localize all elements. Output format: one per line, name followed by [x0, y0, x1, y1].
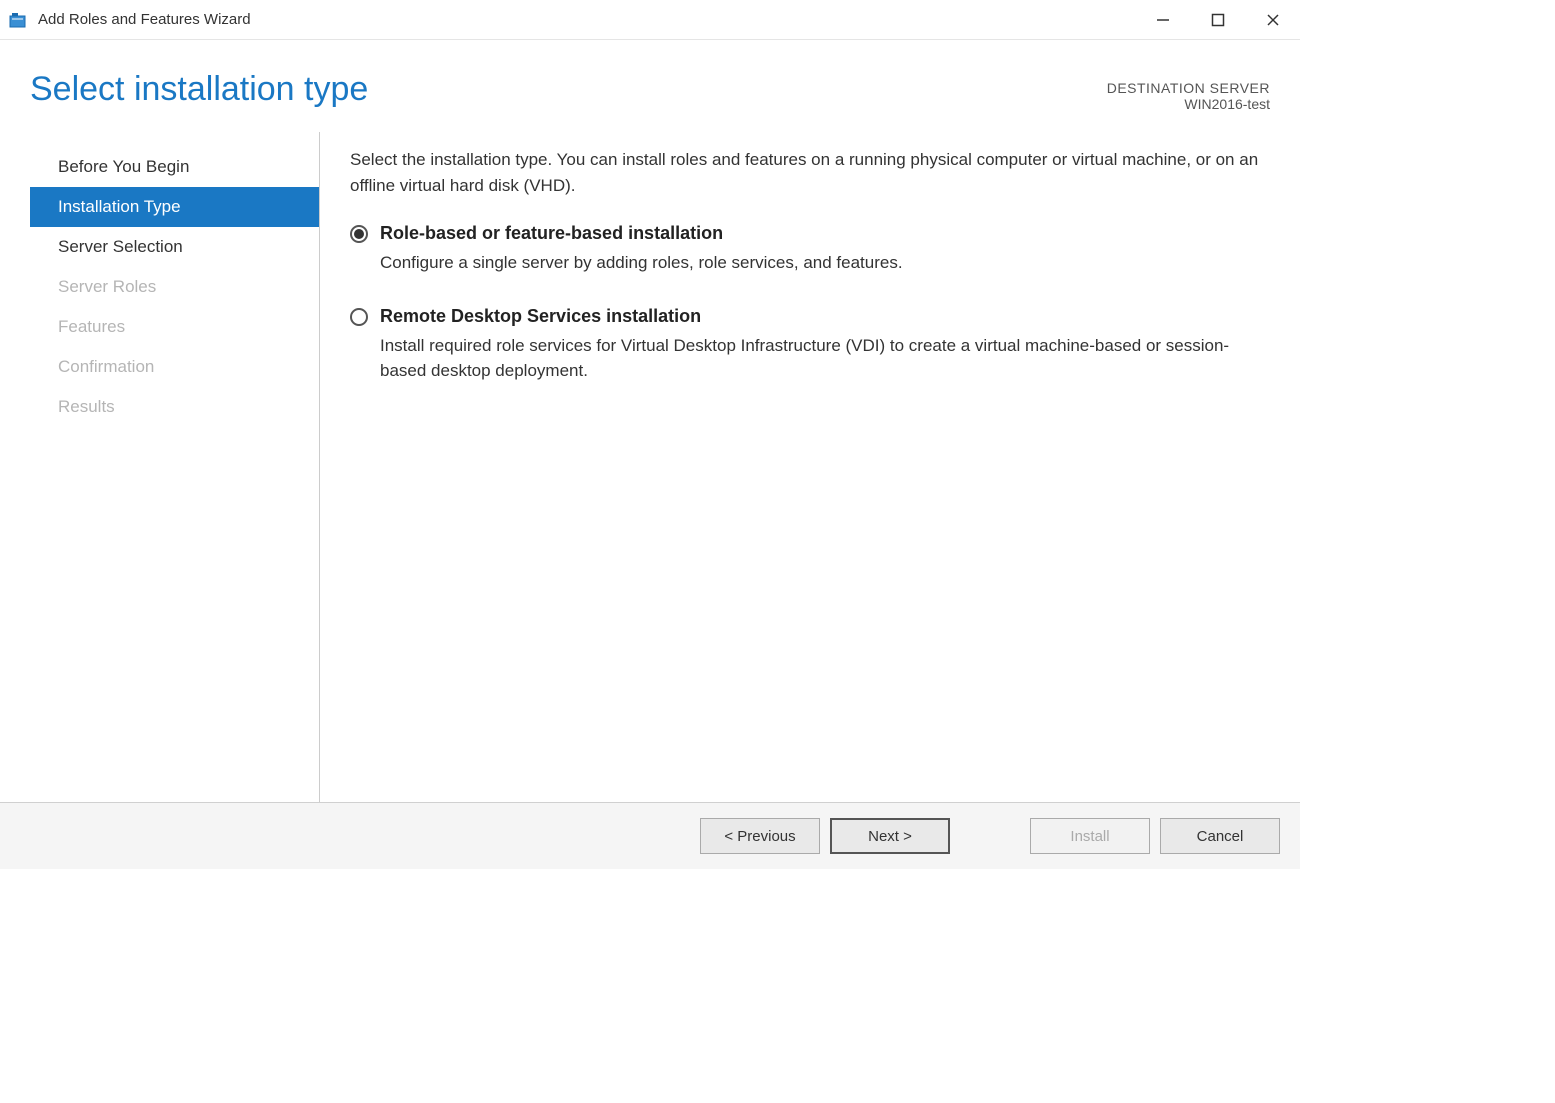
wizard-steps-sidebar: Before You Begin Installation Type Serve… [30, 132, 320, 802]
option-role-based-label: Role-based or feature-based installation [380, 223, 723, 244]
intro-text: Select the installation type. You can in… [350, 147, 1270, 198]
page-title: Select installation type [30, 70, 368, 109]
content-area: Before You Begin Installation Type Serve… [0, 122, 1300, 802]
window-title: Add Roles and Features Wizard [38, 11, 1135, 28]
cancel-button[interactable]: Cancel [1160, 818, 1280, 854]
sidebar-item-installation-type[interactable]: Installation Type [30, 187, 319, 227]
next-button[interactable]: Next > [830, 818, 950, 854]
radio-unselected-icon[interactable] [350, 308, 368, 326]
option-remote-desktop[interactable]: Remote Desktop Services installation Ins… [350, 306, 1270, 384]
sidebar-item-server-selection[interactable]: Server Selection [30, 227, 319, 267]
radio-selected-icon[interactable] [350, 225, 368, 243]
previous-button[interactable]: < Previous [700, 818, 820, 854]
option-role-based-description: Configure a single server by adding role… [380, 250, 1270, 276]
option-remote-desktop-description: Install required role services for Virtu… [380, 333, 1270, 384]
app-icon [8, 10, 28, 30]
sidebar-item-results: Results [30, 387, 319, 427]
minimize-button[interactable] [1135, 0, 1190, 40]
main-panel: Select the installation type. You can in… [350, 132, 1270, 802]
destination-info: DESTINATION SERVER WIN2016-test [1107, 80, 1270, 112]
destination-label: DESTINATION SERVER [1107, 80, 1270, 96]
wizard-window: Add Roles and Features Wizard Select ins… [0, 0, 1300, 869]
close-button[interactable] [1245, 0, 1300, 40]
sidebar-item-confirmation: Confirmation [30, 347, 319, 387]
sidebar-item-server-roles: Server Roles [30, 267, 319, 307]
window-controls [1135, 0, 1300, 40]
destination-server-name: WIN2016-test [1107, 96, 1270, 112]
sidebar-item-features: Features [30, 307, 319, 347]
footer: < Previous Next > Install Cancel [0, 802, 1300, 869]
sidebar-item-before-you-begin[interactable]: Before You Begin [30, 147, 319, 187]
header: Select installation type DESTINATION SER… [0, 40, 1300, 122]
install-button: Install [1030, 818, 1150, 854]
titlebar: Add Roles and Features Wizard [0, 0, 1300, 40]
option-remote-desktop-label: Remote Desktop Services installation [380, 306, 701, 327]
maximize-button[interactable] [1190, 0, 1245, 40]
option-role-based[interactable]: Role-based or feature-based installation… [350, 223, 1270, 276]
